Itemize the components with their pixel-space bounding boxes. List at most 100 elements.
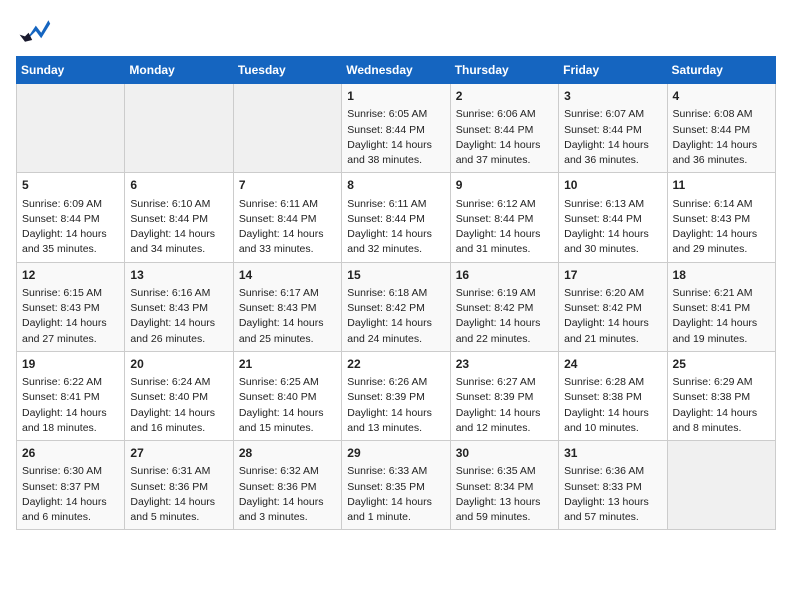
day-info: Daylight: 14 hours (22, 227, 119, 242)
day-info: Sunset: 8:44 PM (239, 212, 336, 227)
calendar-cell: 30Sunrise: 6:35 AMSunset: 8:34 PMDayligh… (450, 441, 558, 530)
day-info: Sunset: 8:35 PM (347, 480, 444, 495)
day-info: and 32 minutes. (347, 242, 444, 257)
day-info: Daylight: 14 hours (239, 406, 336, 421)
day-info: and 18 minutes. (22, 421, 119, 436)
day-info: Sunrise: 6:21 AM (673, 286, 770, 301)
day-info: Daylight: 14 hours (564, 316, 661, 331)
day-info: Sunset: 8:36 PM (239, 480, 336, 495)
day-info: Daylight: 14 hours (239, 316, 336, 331)
calendar-cell: 31Sunrise: 6:36 AMSunset: 8:33 PMDayligh… (559, 441, 667, 530)
calendar-cell: 20Sunrise: 6:24 AMSunset: 8:40 PMDayligh… (125, 351, 233, 440)
day-info: Sunrise: 6:29 AM (673, 375, 770, 390)
day-info: Sunrise: 6:28 AM (564, 375, 661, 390)
calendar-cell: 29Sunrise: 6:33 AMSunset: 8:35 PMDayligh… (342, 441, 450, 530)
day-info: Sunset: 8:43 PM (673, 212, 770, 227)
day-number: 25 (673, 356, 770, 373)
page-header (16, 16, 776, 46)
day-info: Sunset: 8:41 PM (22, 390, 119, 405)
day-info: Sunset: 8:37 PM (22, 480, 119, 495)
day-info: Daylight: 14 hours (347, 495, 444, 510)
day-info: Sunset: 8:39 PM (456, 390, 553, 405)
day-number: 27 (130, 445, 227, 462)
day-info: and 8 minutes. (673, 421, 770, 436)
day-info: Sunset: 8:40 PM (239, 390, 336, 405)
header-saturday: Saturday (667, 57, 775, 84)
day-info: Sunrise: 6:15 AM (22, 286, 119, 301)
day-number: 19 (22, 356, 119, 373)
day-info: Daylight: 14 hours (673, 138, 770, 153)
calendar-cell: 12Sunrise: 6:15 AMSunset: 8:43 PMDayligh… (17, 262, 125, 351)
day-info: Daylight: 14 hours (347, 227, 444, 242)
day-info: Sunset: 8:38 PM (564, 390, 661, 405)
day-info: Sunset: 8:44 PM (347, 123, 444, 138)
day-info: Sunrise: 6:30 AM (22, 464, 119, 479)
day-info: Sunset: 8:44 PM (22, 212, 119, 227)
day-info: Sunset: 8:43 PM (22, 301, 119, 316)
week-row-4: 19Sunrise: 6:22 AMSunset: 8:41 PMDayligh… (17, 351, 776, 440)
day-info: Daylight: 14 hours (673, 227, 770, 242)
day-info: and 34 minutes. (130, 242, 227, 257)
day-info: Sunset: 8:41 PM (673, 301, 770, 316)
calendar-cell: 19Sunrise: 6:22 AMSunset: 8:41 PMDayligh… (17, 351, 125, 440)
day-number: 3 (564, 88, 661, 105)
day-number: 21 (239, 356, 336, 373)
calendar-cell: 16Sunrise: 6:19 AMSunset: 8:42 PMDayligh… (450, 262, 558, 351)
calendar-cell: 22Sunrise: 6:26 AMSunset: 8:39 PMDayligh… (342, 351, 450, 440)
day-number: 20 (130, 356, 227, 373)
day-info: Sunset: 8:42 PM (347, 301, 444, 316)
day-info: Sunrise: 6:26 AM (347, 375, 444, 390)
logo-icon (16, 16, 52, 46)
day-info: Sunrise: 6:11 AM (239, 197, 336, 212)
day-info: Sunrise: 6:13 AM (564, 197, 661, 212)
day-info: Sunrise: 6:31 AM (130, 464, 227, 479)
day-info: and 3 minutes. (239, 510, 336, 525)
day-info: Sunrise: 6:16 AM (130, 286, 227, 301)
day-info: and 36 minutes. (673, 153, 770, 168)
day-info: Sunset: 8:43 PM (239, 301, 336, 316)
header-sunday: Sunday (17, 57, 125, 84)
header-tuesday: Tuesday (233, 57, 341, 84)
day-info: Sunrise: 6:19 AM (456, 286, 553, 301)
calendar-cell: 11Sunrise: 6:14 AMSunset: 8:43 PMDayligh… (667, 173, 775, 262)
calendar-cell: 2Sunrise: 6:06 AMSunset: 8:44 PMDaylight… (450, 84, 558, 173)
calendar-cell (125, 84, 233, 173)
day-number: 29 (347, 445, 444, 462)
day-number: 18 (673, 267, 770, 284)
day-info: and 10 minutes. (564, 421, 661, 436)
calendar-cell: 21Sunrise: 6:25 AMSunset: 8:40 PMDayligh… (233, 351, 341, 440)
day-info: Sunset: 8:38 PM (673, 390, 770, 405)
calendar-cell (233, 84, 341, 173)
day-info: Sunrise: 6:27 AM (456, 375, 553, 390)
day-info: Daylight: 14 hours (239, 495, 336, 510)
day-info: Daylight: 14 hours (130, 227, 227, 242)
day-info: and 13 minutes. (347, 421, 444, 436)
day-info: and 37 minutes. (456, 153, 553, 168)
day-info: Sunset: 8:43 PM (130, 301, 227, 316)
day-number: 7 (239, 177, 336, 194)
header-friday: Friday (559, 57, 667, 84)
day-info: Daylight: 14 hours (22, 495, 119, 510)
day-info: Sunset: 8:33 PM (564, 480, 661, 495)
day-info: Daylight: 14 hours (456, 316, 553, 331)
day-number: 28 (239, 445, 336, 462)
calendar-cell: 6Sunrise: 6:10 AMSunset: 8:44 PMDaylight… (125, 173, 233, 262)
day-number: 12 (22, 267, 119, 284)
day-info: Sunrise: 6:09 AM (22, 197, 119, 212)
calendar-cell: 13Sunrise: 6:16 AMSunset: 8:43 PMDayligh… (125, 262, 233, 351)
day-info: Sunset: 8:42 PM (456, 301, 553, 316)
day-info: Sunset: 8:39 PM (347, 390, 444, 405)
header-wednesday: Wednesday (342, 57, 450, 84)
day-info: Sunrise: 6:06 AM (456, 107, 553, 122)
calendar-cell: 24Sunrise: 6:28 AMSunset: 8:38 PMDayligh… (559, 351, 667, 440)
calendar-cell: 26Sunrise: 6:30 AMSunset: 8:37 PMDayligh… (17, 441, 125, 530)
day-info: Daylight: 13 hours (564, 495, 661, 510)
day-info: and 5 minutes. (130, 510, 227, 525)
day-number: 13 (130, 267, 227, 284)
day-number: 1 (347, 88, 444, 105)
day-info: Sunset: 8:44 PM (673, 123, 770, 138)
calendar-cell (667, 441, 775, 530)
week-row-5: 26Sunrise: 6:30 AMSunset: 8:37 PMDayligh… (17, 441, 776, 530)
day-info: Sunset: 8:34 PM (456, 480, 553, 495)
day-info: Daylight: 14 hours (456, 406, 553, 421)
